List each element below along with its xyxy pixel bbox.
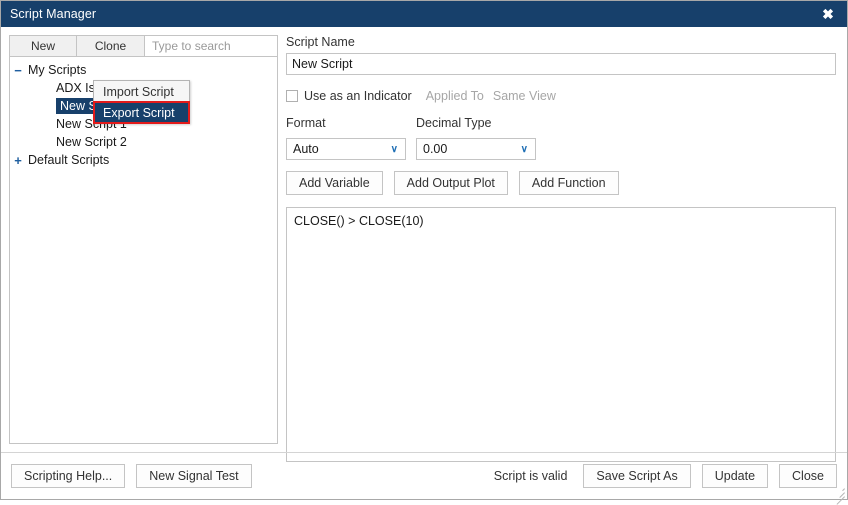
update-button[interactable]: Update — [701, 464, 769, 488]
applied-to-label: Applied To — [425, 89, 484, 103]
title-bar: Script Manager ✖ — [1, 1, 847, 27]
script-status-text: Script is valid — [493, 469, 568, 483]
collapse-icon[interactable]: − — [10, 64, 26, 77]
decimal-type-select-value: 0.00 — [423, 142, 448, 156]
chevron-down-icon: ∨ — [520, 143, 528, 155]
format-selects-row: Auto ∨ 0.00 ∨ — [286, 138, 838, 160]
scripts-toolbar: New Clone — [9, 35, 278, 57]
search-input[interactable] — [150, 38, 277, 54]
scripting-help-button[interactable]: Scripting Help... — [11, 464, 126, 488]
indicator-options-row: Use as an Indicator Applied To Same View — [286, 87, 838, 105]
clone-button[interactable]: Clone — [77, 35, 145, 57]
format-label: Format — [286, 116, 326, 130]
context-menu-item[interactable]: Export Script — [93, 101, 190, 124]
tree-item-label: My Scripts — [28, 63, 87, 77]
same-view-label: Same View — [492, 89, 556, 103]
clone-context-menu: Import Script Export Script — [93, 80, 190, 124]
window-title: Script Manager — [10, 7, 97, 21]
script-details-pane: Script Name Use as an Indicator Applied … — [286, 35, 838, 462]
search-box[interactable] — [145, 35, 278, 57]
add-function-button[interactable]: Add Function — [518, 171, 619, 195]
tree-item[interactable]: New Script 2 — [10, 133, 277, 151]
decimal-type-label: Decimal Type — [416, 116, 492, 130]
window-content: New Clone −My ScriptsADX Is AbNew Script… — [1, 27, 847, 505]
save-script-as-button[interactable]: Save Script As — [583, 464, 691, 488]
script-code-editor[interactable]: CLOSE() > CLOSE(10) — [286, 207, 836, 462]
format-select[interactable]: Auto ∨ — [286, 138, 406, 160]
chevron-down-icon: ∨ — [390, 143, 398, 155]
format-select-wrap: Auto ∨ — [286, 138, 416, 160]
tree-item[interactable]: + Default Scripts — [10, 151, 277, 169]
tree-item-label: New Script 2 — [56, 135, 127, 149]
script-manager-window: Script Manager ✖ New Clone −My ScriptsAD… — [0, 0, 848, 505]
use-as-indicator-checkbox[interactable] — [286, 90, 298, 102]
format-select-value: Auto — [293, 142, 319, 156]
close-button[interactable]: Close — [779, 464, 837, 488]
add-output-plot-button[interactable]: Add Output Plot — [393, 171, 508, 195]
add-variable-button[interactable]: Add Variable — [286, 171, 383, 195]
close-icon[interactable]: ✖ — [809, 1, 847, 27]
decimal-type-select[interactable]: 0.00 ∨ — [416, 138, 536, 160]
context-menu-item[interactable]: Import Script — [94, 81, 189, 102]
format-labels-row: Format Decimal Type — [286, 116, 838, 134]
use-as-indicator-label: Use as an Indicator — [304, 89, 412, 103]
tree-item-label: Default Scripts — [28, 153, 110, 167]
footer-right-buttons: Script is valid Save Script As Update Cl… — [494, 464, 837, 488]
footer-left-buttons: Scripting Help... New Signal Test — [11, 464, 252, 488]
script-name-label: Script Name — [286, 35, 355, 49]
resize-grip[interactable] — [833, 485, 845, 505]
new-button[interactable]: New — [9, 35, 77, 57]
footer-bar: Scripting Help... New Signal Test Script… — [1, 453, 847, 505]
decimal-type-select-wrap: 0.00 ∨ — [416, 138, 546, 160]
new-signal-test-button[interactable]: New Signal Test — [136, 464, 252, 488]
tree-item[interactable]: − My Scripts — [10, 61, 277, 79]
script-name-input[interactable] — [286, 53, 836, 75]
add-buttons-row: Add Variable Add Output Plot Add Functio… — [286, 171, 838, 195]
expand-icon[interactable]: + — [10, 154, 26, 167]
